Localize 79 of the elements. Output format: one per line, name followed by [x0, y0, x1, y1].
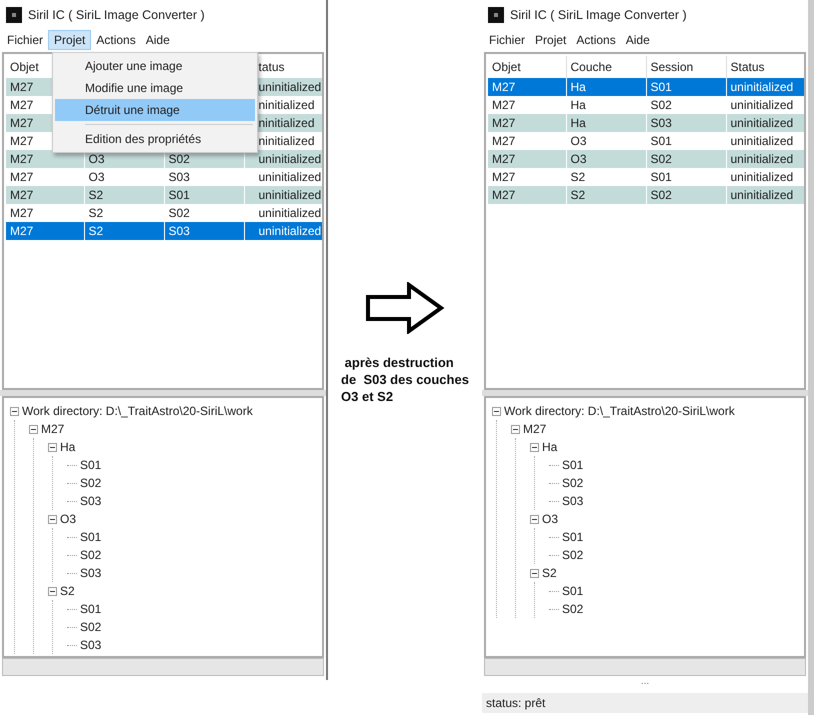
menu-option[interactable]: Détruit une image: [55, 99, 255, 121]
tree-item[interactable]: S02: [562, 476, 584, 490]
table-cell[interactable]: M27: [6, 150, 84, 168]
table-cell[interactable]: Ha: [566, 78, 646, 96]
menu-item[interactable]: Projet: [48, 30, 92, 50]
tree-item[interactable]: S02: [80, 476, 102, 490]
table-cell[interactable]: M27: [488, 78, 566, 96]
collapse-icon[interactable]: [10, 406, 19, 416]
table-cell[interactable]: uninitialized: [726, 114, 804, 132]
tree-item[interactable]: S02: [80, 620, 102, 634]
tree-item[interactable]: S02: [80, 548, 102, 562]
collapse-icon[interactable]: [29, 424, 38, 434]
window-title: Siril IC ( SiriL Image Converter ): [510, 8, 687, 22]
scrollbar[interactable]: [2, 658, 324, 676]
tree-item[interactable]: M27: [523, 422, 546, 436]
tree-item[interactable]: S03: [562, 494, 584, 508]
tree-item[interactable]: O3: [542, 512, 558, 526]
tree-item[interactable]: Work directory: D:\_TraitAstro\20-SiriL\work: [504, 404, 735, 418]
tree-item[interactable]: S01: [80, 458, 102, 472]
collapse-icon[interactable]: [48, 442, 57, 452]
collapse-icon[interactable]: [530, 514, 539, 524]
collapse-icon[interactable]: [492, 406, 501, 416]
menu-item[interactable]: Projet: [530, 30, 572, 50]
table-cell[interactable]: O3: [566, 150, 646, 168]
collapse-icon[interactable]: [48, 514, 57, 524]
menu-item[interactable]: Aide: [620, 30, 655, 50]
tree-item[interactable]: Ha: [542, 440, 558, 454]
status-text: status: prêt: [486, 696, 546, 710]
table-cell[interactable]: uninitialized: [244, 186, 322, 204]
table-cell[interactable]: uninitialized: [244, 222, 322, 240]
menu-item[interactable]: Actions: [571, 30, 621, 50]
table-cell[interactable]: M27: [488, 186, 566, 204]
tree-item[interactable]: S2: [542, 566, 557, 580]
tree-item[interactable]: Ha: [60, 440, 76, 454]
table-cell[interactable]: M27: [6, 222, 84, 240]
tree-item[interactable]: S02: [562, 602, 584, 616]
table-cell[interactable]: S02: [646, 186, 726, 204]
resize-handle[interactable]: ...: [482, 676, 808, 693]
tree-item[interactable]: S03: [80, 638, 102, 652]
table-cell[interactable]: S02: [646, 150, 726, 168]
right-arrow-icon: [365, 282, 445, 334]
tree-item[interactable]: S03: [80, 566, 102, 580]
table-cell[interactable]: uninitialized: [244, 150, 322, 168]
table-cell[interactable]: Ha: [566, 114, 646, 132]
table-cell[interactable]: S2: [84, 222, 164, 240]
tree-item[interactable]: M27: [41, 422, 64, 436]
table-cell[interactable]: uninitialized: [726, 78, 804, 96]
menu-item[interactable]: Aide: [140, 30, 175, 50]
tree-item[interactable]: S01: [80, 530, 102, 544]
table-cell[interactable]: M27: [6, 186, 84, 204]
menu-item[interactable]: Actions: [91, 30, 141, 50]
table-cell[interactable]: S01: [646, 78, 726, 96]
collapse-icon[interactable]: [530, 568, 539, 578]
tree-item[interactable]: S2: [60, 584, 75, 598]
window-title: Siril IC ( SiriL Image Converter ): [28, 8, 205, 22]
collapse-icon[interactable]: [511, 424, 520, 434]
tree-item[interactable]: S01: [562, 458, 584, 472]
table-cell[interactable]: S03: [164, 222, 244, 240]
table-cell[interactable]: uninitialized: [726, 186, 804, 204]
tree-item[interactable]: S03: [80, 494, 102, 508]
collapse-icon[interactable]: [48, 586, 57, 596]
tree-item[interactable]: S01: [562, 584, 584, 598]
table-cell[interactable]: S01: [164, 186, 244, 204]
tree-item[interactable]: S01: [562, 530, 584, 544]
tree-item[interactable]: O3: [60, 512, 76, 526]
collapse-icon[interactable]: [530, 442, 539, 452]
menu-item[interactable]: Fichier: [2, 30, 48, 50]
table-cell[interactable]: S2: [566, 186, 646, 204]
table-cell[interactable]: M27: [488, 150, 566, 168]
table-cell[interactable]: S2: [84, 186, 164, 204]
caption: après destruction de S03 des couches O3 et S2: [341, 354, 469, 405]
tree-item[interactable]: Work directory: D:\_TraitAstro\20-SiriL\work: [22, 404, 253, 418]
table-cell[interactable]: uninitialized: [726, 150, 804, 168]
table-cell[interactable]: S03: [646, 114, 726, 132]
tree-item[interactable]: S02: [562, 548, 584, 562]
table-cell[interactable]: M27: [488, 114, 566, 132]
menu-item[interactable]: Fichier: [484, 30, 530, 50]
scrollbar[interactable]: [484, 658, 806, 676]
tree-item[interactable]: S01: [80, 602, 102, 616]
